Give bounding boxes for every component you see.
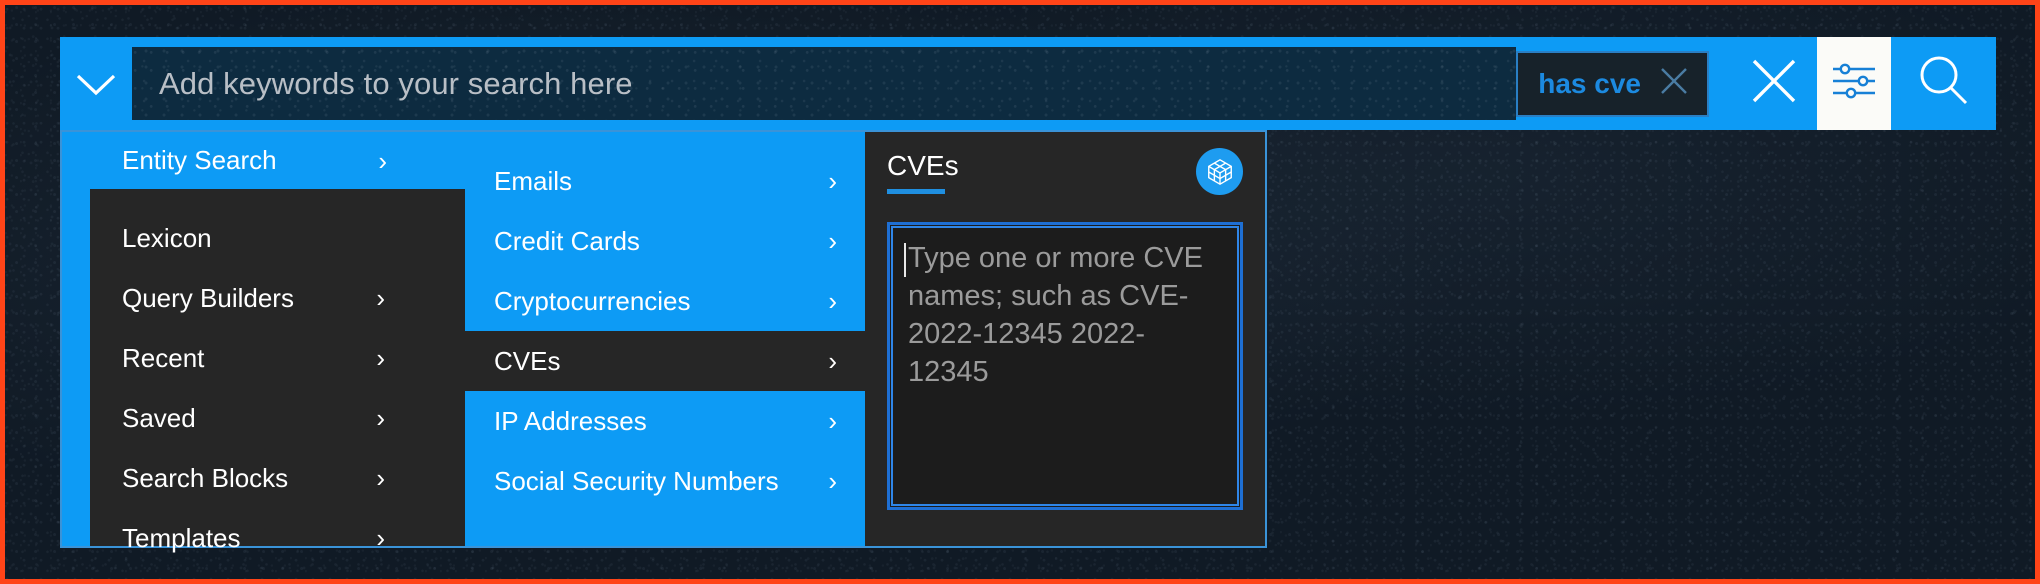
menu-item-label: Recent	[122, 342, 205, 373]
menu-item-label: Entity Search	[122, 145, 277, 175]
chevron-right-icon: ›	[828, 346, 837, 376]
chevron-right-icon: ›	[828, 406, 837, 436]
menu-item-cryptocurrencies[interactable]: Cryptocurrencies ›	[465, 271, 865, 331]
menu-item-emails[interactable]: Emails ›	[465, 151, 865, 211]
chevron-right-icon: ›	[376, 463, 385, 493]
search-input[interactable]: Add keywords to your search here	[132, 47, 1517, 120]
cve-panel-title: CVEs	[887, 150, 959, 194]
menu-item-social-security-numbers[interactable]: Social Security Numbers ›	[465, 451, 865, 511]
chevron-right-icon: ›	[376, 343, 385, 373]
menu-item-ip-addresses[interactable]: IP Addresses ›	[465, 391, 865, 451]
menu-item-saved[interactable]: Saved ›	[90, 388, 465, 448]
chevron-down-icon	[74, 70, 118, 98]
chevron-right-icon: ›	[828, 466, 837, 496]
menu-item-label: Cryptocurrencies	[494, 285, 691, 316]
menu-item-search-blocks[interactable]: Search Blocks ›	[90, 448, 465, 508]
menu-item-label: IP Addresses	[494, 405, 647, 436]
menu-item-label: Emails	[494, 165, 573, 196]
menu-item-lexicon[interactable]: Lexicon	[90, 208, 465, 268]
close-icon	[1748, 55, 1800, 112]
column1-menu-list: Lexicon Query Builders › Recent › Saved …	[90, 189, 465, 553]
filter-settings-button[interactable]	[1817, 37, 1891, 130]
chevron-right-icon: ›	[376, 283, 385, 313]
cve-panel-header: CVEs	[887, 148, 1243, 216]
menu-item-cves[interactable]: CVEs ›	[435, 331, 865, 391]
expand-search-button[interactable]	[60, 37, 132, 130]
chip-remove-icon[interactable]	[1657, 64, 1691, 103]
menu-item-label: Search Blocks	[122, 462, 289, 493]
clear-search-button[interactable]	[1731, 37, 1817, 130]
menu-item-label: Credit Cards	[494, 225, 640, 256]
chevron-right-icon: ›	[828, 286, 837, 316]
menu-item-templates[interactable]: Templates ›	[90, 508, 465, 568]
search-input-placeholder: Add keywords to your search here	[159, 65, 633, 101]
dropdown-column-categories: Entity Search › Lexicon Query Builders ›…	[62, 132, 465, 553]
column2-menu-list: Emails › Credit Cards › Cryptocurrencies…	[435, 132, 865, 546]
chevron-right-icon: ›	[828, 166, 837, 196]
chevron-right-icon: ›	[376, 523, 385, 553]
cube-blocks-icon[interactable]	[1196, 148, 1243, 195]
menu-item-entity-search[interactable]: Entity Search ›	[90, 132, 465, 189]
chevron-right-icon: ›	[378, 145, 387, 176]
menu-item-recent[interactable]: Recent ›	[90, 328, 465, 388]
text-caret	[904, 243, 906, 277]
dropdown-column-entity-types: Emails › Credit Cards › Cryptocurrencies…	[435, 132, 865, 546]
menu-item-label: Social Security Numbers	[494, 465, 779, 496]
menu-item-label: CVEs	[494, 345, 561, 376]
app-screen: Add keywords to your search here has cve	[0, 0, 2040, 584]
search-filter-chip[interactable]: has cve	[1516, 50, 1709, 117]
menu-item-label: Query Builders	[122, 282, 294, 313]
menu-item-credit-cards[interactable]: Credit Cards ›	[465, 211, 865, 271]
search-bar: Add keywords to your search here has cve	[60, 37, 1996, 130]
cve-input-placeholder: Type one or more CVE names; such as CVE-…	[908, 242, 1203, 388]
search-icon	[1915, 52, 1973, 115]
menu-item-label: Templates	[122, 522, 241, 553]
search-filter-chip-label: has cve	[1538, 67, 1641, 99]
chevron-right-icon: ›	[376, 403, 385, 433]
sliders-filter-icon	[1829, 58, 1879, 109]
cve-input-textarea[interactable]: Type one or more CVE names; such as CVE-…	[887, 222, 1243, 510]
menu-item-query-builders[interactable]: Query Builders ›	[90, 268, 465, 328]
search-submit-button[interactable]	[1891, 37, 1996, 130]
menu-item-label: Lexicon	[122, 222, 212, 253]
chevron-right-icon: ›	[828, 226, 837, 256]
menu-item-label: Saved	[122, 402, 196, 433]
dropdown-column-cve-detail: CVEs Type one or more CVE names; such as…	[865, 132, 1265, 546]
search-dropdown-panel: Entity Search › Lexicon Query Builders ›…	[60, 130, 1267, 553]
